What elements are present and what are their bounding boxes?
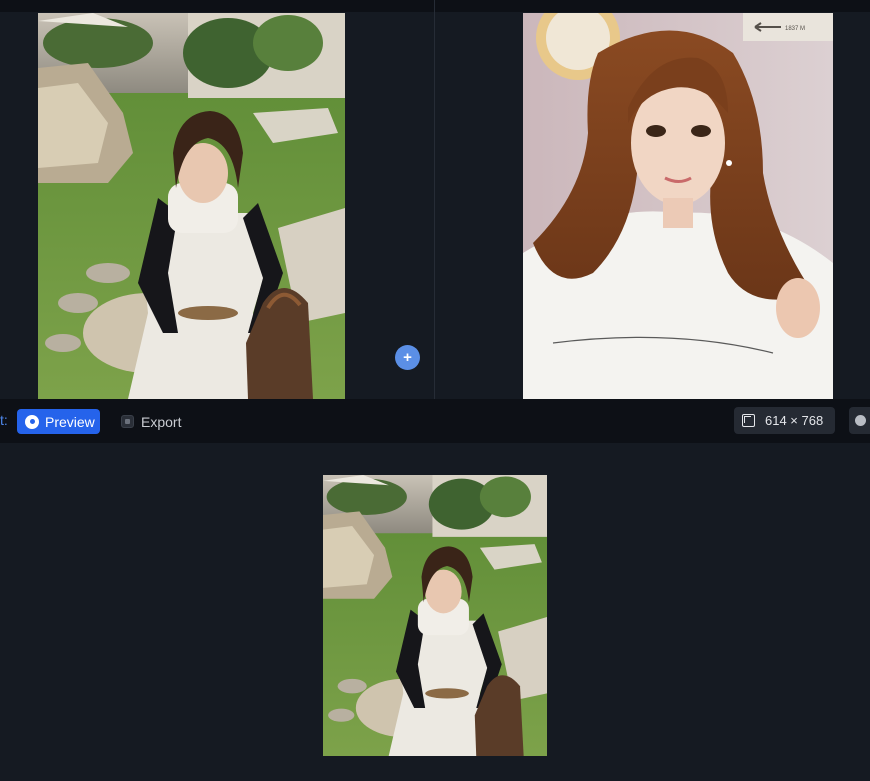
plus-icon: + [403,349,412,366]
dimensions-text: 614 × 768 [765,413,824,428]
add-button[interactable]: + [395,345,420,370]
toolbar-label: t: [0,412,8,428]
preview-button[interactable]: Preview [17,409,100,434]
source-image[interactable] [38,13,345,399]
wall-sign-text: 1837 M [785,26,805,32]
output-preview-image[interactable] [323,475,547,756]
top-strip [0,0,870,12]
export-label: Export [141,413,182,430]
resize-icon [742,414,755,427]
help-button[interactable] [849,407,870,434]
preview-label: Preview [45,413,95,430]
dimensions-badge[interactable]: 614 × 768 [734,407,835,434]
export-icon [121,415,134,428]
help-icon [855,415,866,426]
reference-image[interactable]: 1837 M [523,13,833,399]
eye-icon [25,414,39,429]
export-button[interactable]: Export [121,409,181,434]
